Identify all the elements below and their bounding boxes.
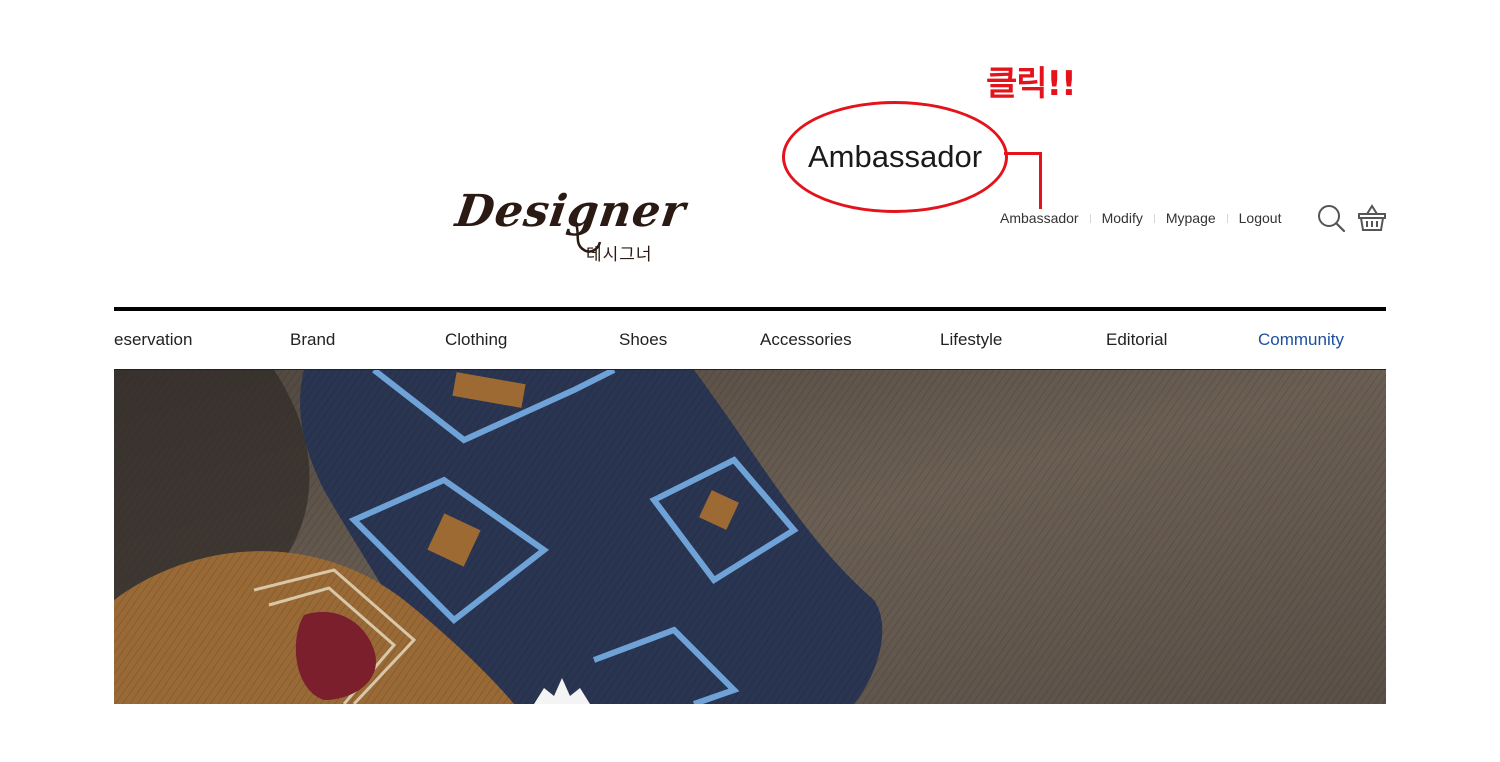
nav-item-editorial[interactable]: Editorial: [1106, 311, 1167, 369]
site-logo[interactable]: Designer 데시그너: [452, 186, 689, 270]
nav-item-clothing[interactable]: Clothing: [445, 311, 507, 369]
basket-icon: [1358, 204, 1386, 231]
annotation-highlight-label: Ambassador: [807, 139, 983, 174]
logo-korean-text: 데시그너: [586, 245, 653, 265]
logout-link[interactable]: Logout: [1239, 210, 1282, 226]
mypage-link[interactable]: Mypage: [1166, 210, 1216, 226]
hero-banner-image[interactable]: [114, 370, 1386, 704]
nav-item-reservation[interactable]: eservation: [114, 311, 192, 369]
divider: [1153, 213, 1155, 223]
hero-tie-photo: [114, 370, 1386, 704]
nav-item-shoes[interactable]: Shoes: [619, 311, 667, 369]
cart-button[interactable]: [1357, 203, 1387, 233]
nav-item-lifestyle[interactable]: Lifestyle: [940, 311, 1002, 369]
search-button[interactable]: [1316, 203, 1346, 233]
divider: [1226, 213, 1228, 223]
ambassador-link[interactable]: Ambassador: [1000, 210, 1079, 226]
main-nav: eservation Brand Clothing Shoes Accessor…: [114, 311, 1386, 370]
utility-links: Ambassador Modify Mypage Logout: [1000, 208, 1281, 228]
nav-item-community[interactable]: Community: [1258, 311, 1344, 369]
annotation-connector: [1004, 152, 1042, 155]
divider: [1089, 213, 1091, 223]
annotation-callout: 클릭!!: [986, 64, 1077, 104]
nav-item-accessories[interactable]: Accessories: [760, 311, 852, 369]
modify-link[interactable]: Modify: [1102, 210, 1143, 226]
nav-item-brand[interactable]: Brand: [290, 311, 335, 369]
search-icon: [1318, 205, 1346, 233]
annotation-connector: [1039, 152, 1042, 209]
